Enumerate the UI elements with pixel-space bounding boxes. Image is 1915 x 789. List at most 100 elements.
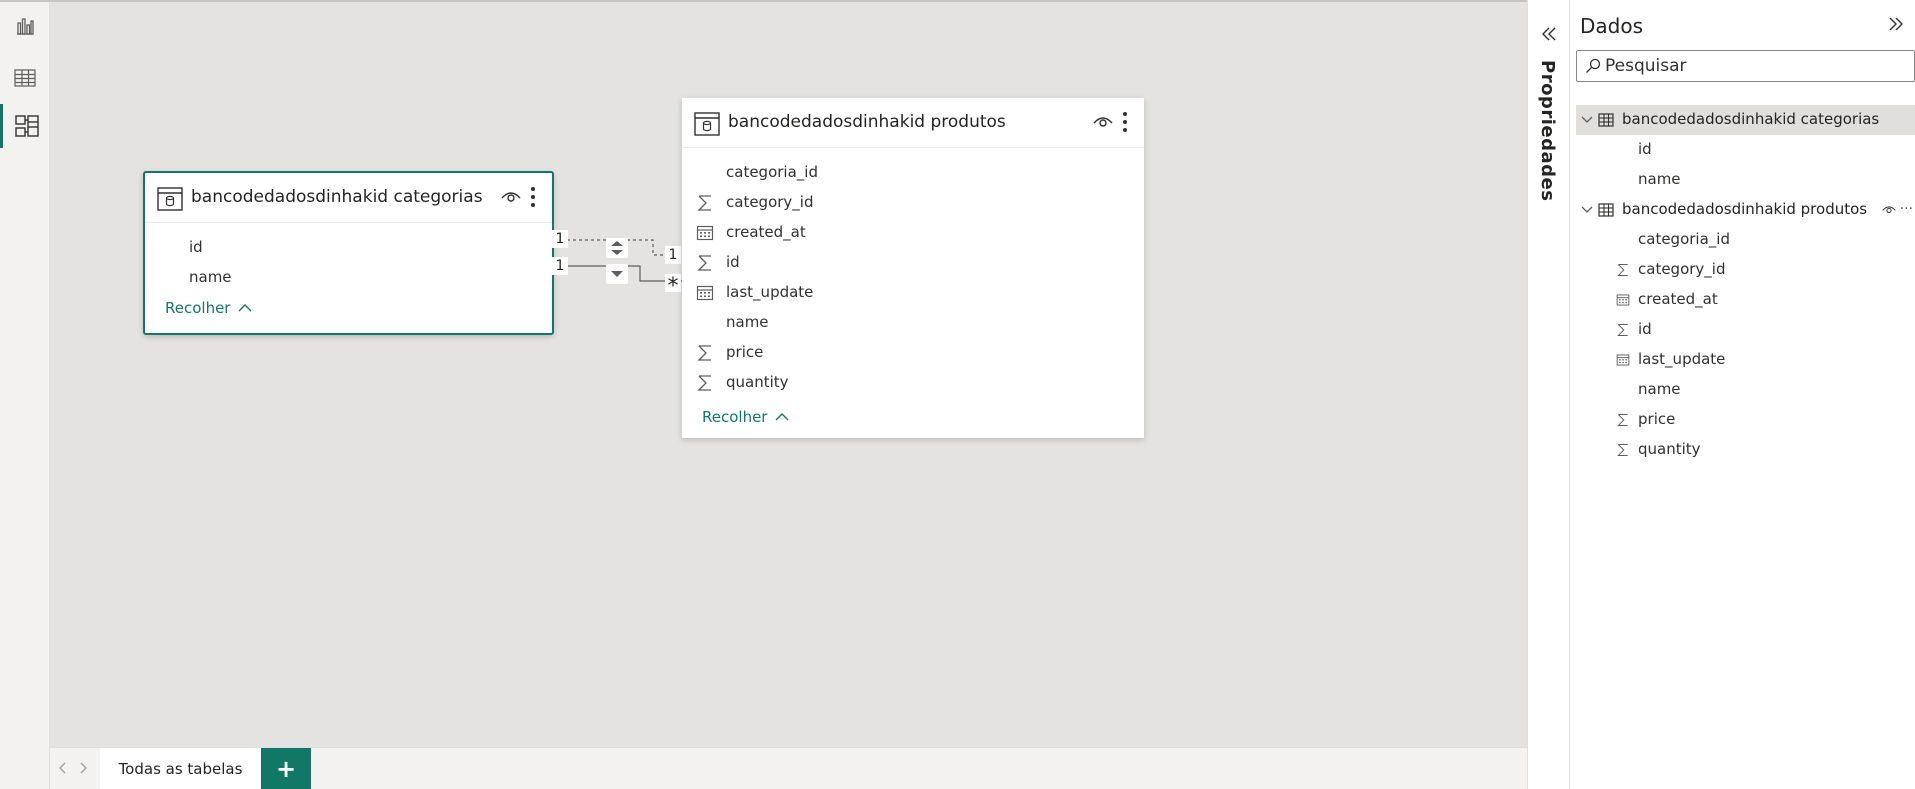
table-card-header[interactable]: bancodedadosdinhakid produtos: [682, 98, 1144, 148]
search-icon: [1586, 58, 1601, 73]
table-grid-icon: [14, 69, 36, 87]
tree-field-node[interactable]: category_id: [1576, 255, 1915, 285]
model-diagram-icon: [14, 115, 39, 137]
model-view-button[interactable]: [0, 104, 50, 148]
field-label: price: [726, 343, 764, 361]
tree-table-node[interactable]: bancodedadosdinhakid categorias: [1576, 105, 1915, 135]
tree-field-label: created_at: [1638, 290, 1718, 308]
sigma-icon: [1616, 413, 1630, 427]
field-row[interactable]: name: [145, 263, 552, 293]
double-chevron-left-icon[interactable]: [1540, 26, 1558, 42]
field-row[interactable]: created_at: [682, 218, 1144, 248]
collapse-label: Recolher: [165, 299, 231, 317]
chevron-right-icon[interactable]: [76, 760, 90, 776]
report-view-button[interactable]: [0, 4, 50, 48]
double-chevron-right-icon[interactable]: [1887, 16, 1905, 32]
field-row[interactable]: quantity: [682, 368, 1144, 398]
sigma-icon: [1616, 323, 1630, 337]
eye-icon[interactable]: [1093, 114, 1113, 128]
field-label: categoria_id: [726, 163, 818, 181]
data-pane: Dados bancodedadosdinhakid categorias id n…: [1570, 0, 1915, 789]
cardinality-many-badge[interactable]: *: [665, 274, 681, 299]
tree-field-node[interactable]: id: [1576, 135, 1915, 165]
tree-field-label: price: [1638, 410, 1676, 428]
tree-table-label: bancodedadosdinhakid produtos: [1622, 200, 1868, 218]
collapse-button[interactable]: Recolher: [702, 408, 789, 426]
table-card-header[interactable]: bancodedadosdinhakid categorias: [145, 173, 552, 223]
chevron-down-icon[interactable]: [1580, 113, 1594, 127]
tree-table-label: bancodedadosdinhakid categorias: [1622, 110, 1880, 128]
tree-field-node[interactable]: price: [1576, 405, 1915, 435]
field-row[interactable]: name: [682, 308, 1144, 338]
table-view-button[interactable]: [0, 56, 50, 100]
tree-field-node[interactable]: name: [1576, 375, 1915, 405]
tree-field-node[interactable]: last_update: [1576, 345, 1915, 375]
calendar-icon: [1616, 353, 1630, 367]
eye-icon[interactable]: [501, 189, 521, 203]
table-card-title: bancodedadosdinhakid categorias: [191, 187, 483, 207]
chevron-up-icon: [238, 304, 252, 312]
field-row[interactable]: categoria_id: [682, 158, 1144, 188]
cardinality-one-badge[interactable]: 1: [665, 246, 681, 264]
field-row[interactable]: id: [145, 233, 552, 263]
bidirectional-filter-icon[interactable]: [606, 238, 628, 258]
tree-field-label: categoria_id: [1638, 230, 1730, 248]
add-layout-button[interactable]: +: [261, 748, 311, 789]
tree-field-label: name: [1638, 170, 1681, 188]
sigma-icon: [696, 344, 714, 362]
field-label: id: [189, 238, 203, 256]
field-row[interactable]: id: [682, 248, 1144, 278]
field-label: name: [726, 313, 769, 331]
chevron-up-icon: [775, 413, 789, 421]
table-icon: [1598, 202, 1614, 218]
data-pane-title: Dados: [1580, 14, 1644, 38]
cardinality-one-badge[interactable]: 1: [552, 257, 568, 275]
calendar-icon: [696, 224, 714, 242]
field-row[interactable]: price: [682, 338, 1144, 368]
tree-field-label: category_id: [1638, 260, 1726, 278]
tree-field-node[interactable]: quantity: [1576, 435, 1915, 465]
tree-field-label: id: [1638, 320, 1652, 338]
tree-field-label: quantity: [1638, 440, 1701, 458]
table-card-categorias[interactable]: bancodedadosdinhakid categorias id name …: [143, 171, 554, 335]
more-options-icon[interactable]: [1122, 111, 1128, 133]
calendar-icon: [1616, 293, 1630, 307]
tree-table-node[interactable]: bancodedadosdinhakid produtos ···: [1576, 195, 1915, 225]
field-label: category_id: [726, 193, 814, 211]
field-label: id: [726, 253, 740, 271]
view-rail: [0, 0, 50, 789]
search-box[interactable]: [1576, 50, 1915, 82]
tree-field-label: last_update: [1638, 350, 1726, 368]
properties-label[interactable]: Propriedades: [1537, 60, 1558, 201]
more-options-icon[interactable]: [530, 186, 536, 208]
tree-field-node[interactable]: categoria_id: [1576, 225, 1915, 255]
single-filter-icon[interactable]: [606, 264, 628, 284]
sigma-icon: [1616, 263, 1630, 277]
tree-field-node[interactable]: id: [1576, 315, 1915, 345]
properties-pane-collapsed[interactable]: Propriedades: [1527, 0, 1570, 789]
more-options-icon[interactable]: ···: [1900, 201, 1913, 217]
bar-chart-icon: [17, 18, 34, 35]
table-card-title: bancodedadosdinhakid produtos: [728, 112, 1006, 132]
table-icon: [694, 112, 720, 136]
search-input[interactable]: [1605, 54, 1905, 78]
eye-icon[interactable]: [1882, 204, 1896, 214]
cardinality-one-badge[interactable]: 1: [552, 230, 568, 248]
sigma-icon: [696, 374, 714, 392]
table-card-produtos[interactable]: bancodedadosdinhakid produtos categoria_…: [682, 98, 1144, 438]
sigma-icon: [1616, 443, 1630, 457]
field-row[interactable]: last_update: [682, 278, 1144, 308]
tree-field-node[interactable]: name: [1576, 165, 1915, 195]
field-label: name: [189, 268, 232, 286]
tree-field-label: name: [1638, 380, 1681, 398]
model-canvas[interactable]: bancodedadosdinhakid categorias id name …: [50, 0, 1527, 747]
tree-field-node[interactable]: created_at: [1576, 285, 1915, 315]
collapse-label: Recolher: [702, 408, 768, 426]
collapse-button[interactable]: Recolher: [165, 299, 252, 317]
chevron-down-icon[interactable]: [1580, 203, 1594, 217]
table-icon: [157, 187, 183, 211]
chevron-left-icon[interactable]: [56, 760, 70, 776]
tab-all-tables[interactable]: Todas as tabelas: [100, 748, 261, 789]
row-actions[interactable]: ···: [1882, 201, 1913, 217]
field-row[interactable]: category_id: [682, 188, 1144, 218]
